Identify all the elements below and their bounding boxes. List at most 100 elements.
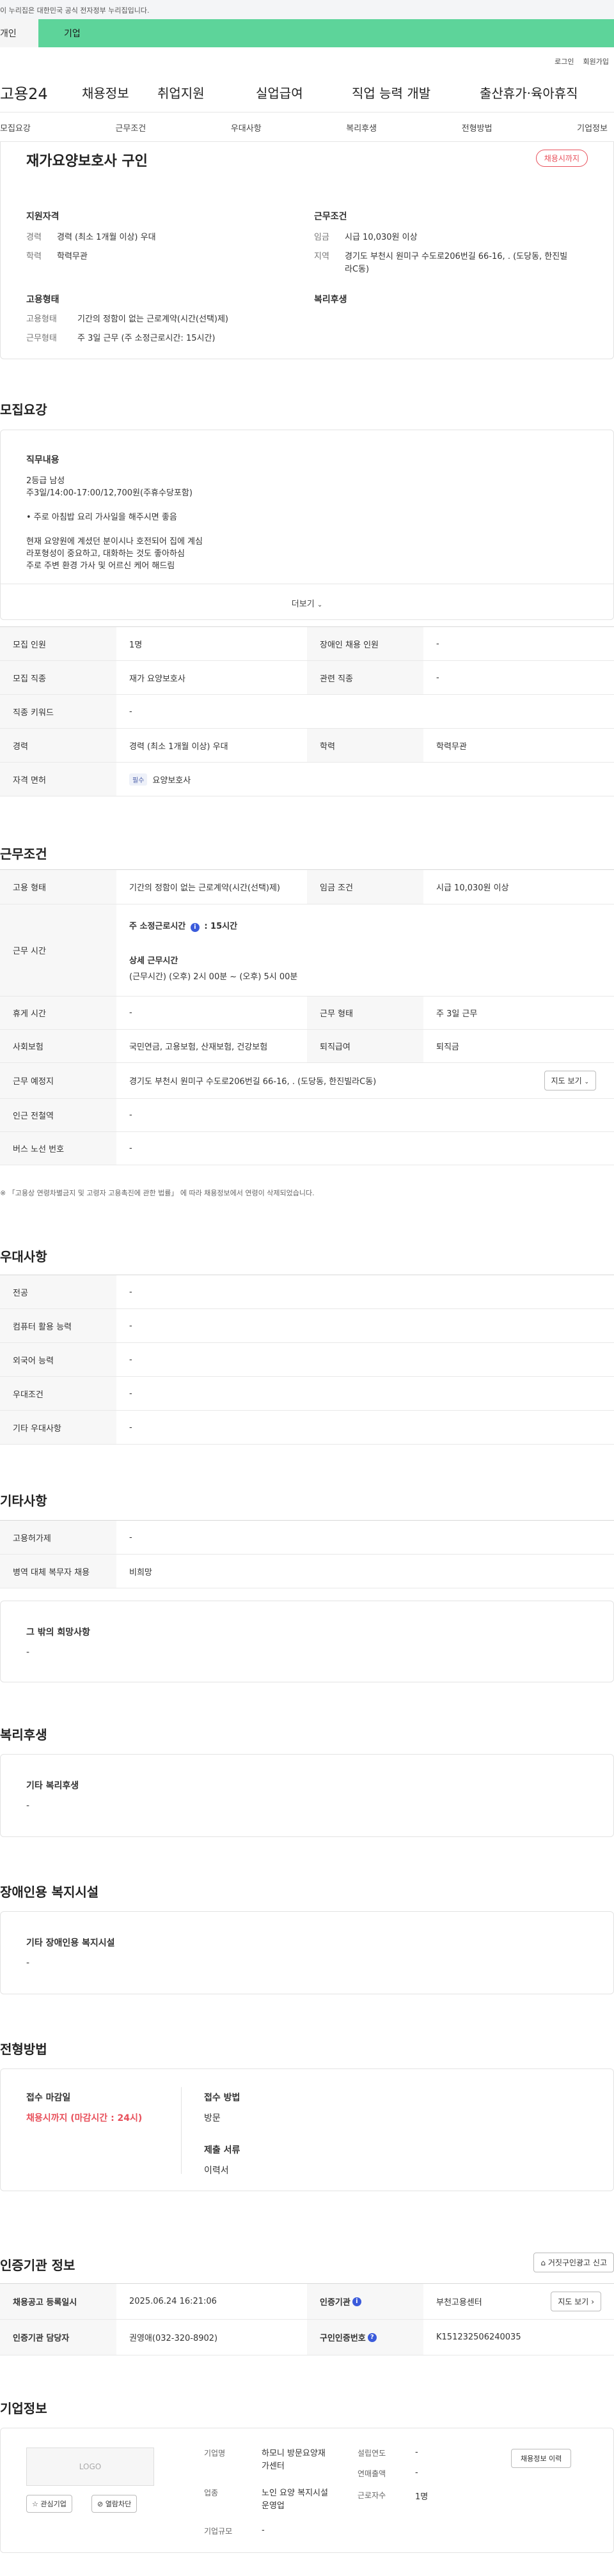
duty-line bbox=[26, 524, 203, 536]
table-header: 모집 인원 bbox=[0, 627, 116, 660]
table-header: 구인인증번호? bbox=[307, 2320, 423, 2355]
weekly-hours-label: 주 소정근로시간 bbox=[129, 921, 186, 931]
work-block: 근무조건 임금 시급 10,030원 이상 지역 경기도 부천시 원미구 수도로20… bbox=[314, 210, 583, 276]
table-cell: - bbox=[129, 1287, 132, 1297]
table-cell: - bbox=[436, 639, 439, 649]
table-header: 장애인 채용 인원 bbox=[307, 627, 423, 660]
anchor-work[interactable]: 근무조건 bbox=[115, 121, 146, 141]
signup-link[interactable]: 회원가입 bbox=[583, 56, 609, 73]
auth-table: 채용공고 등록일시 2025.06.24 16:21:06 인증기관 i 부천고용… bbox=[0, 2283, 614, 2355]
table-header: 고용 형태 bbox=[0, 870, 116, 904]
section-title-company: 기업정보 bbox=[0, 2401, 47, 2416]
qual-value: 경력 (최소 1개월 이상) 우대 bbox=[57, 233, 156, 242]
table-cell: 학력무관 bbox=[436, 741, 467, 752]
other-wishes-value: - bbox=[26, 1647, 30, 1657]
table-cell: 1명 bbox=[129, 640, 143, 650]
nav-unemployment-benefit[interactable]: 실업급여 bbox=[256, 83, 352, 102]
method-label: 접수 방법 bbox=[204, 2093, 240, 2103]
chevron-down-icon: ⌄ bbox=[584, 1079, 589, 1085]
founded-value: - bbox=[415, 2448, 418, 2457]
company-name-value: 하모니 방문요양재가센터 bbox=[262, 2449, 326, 2471]
table-header: 우대조건 bbox=[0, 1377, 116, 1410]
table-cell: - bbox=[129, 1354, 132, 1365]
more-button[interactable]: 더보기 ⌄ bbox=[1, 584, 613, 619]
company-name-label: 기업명 bbox=[204, 2449, 226, 2458]
section-title-welfare: 복리후생 bbox=[0, 1727, 47, 1742]
divider bbox=[181, 2087, 182, 2174]
nav-employment-support[interactable]: 취업지원 bbox=[157, 83, 256, 102]
table-cell: - bbox=[129, 1532, 132, 1542]
anchor-company[interactable]: 기업정보 bbox=[577, 121, 608, 141]
disabled-box-value: - bbox=[26, 1958, 30, 1968]
table-row: 직종 키워드 - bbox=[0, 695, 614, 729]
duty-card: 직무내용 2등급 남성 주3일/14:00-17:00/12,700원(주휴수당… bbox=[0, 430, 614, 620]
table-header: 외국어 능력 bbox=[0, 1343, 116, 1376]
home-icon: ⌂ bbox=[540, 2258, 546, 2267]
site-logo[interactable]: 고용24 bbox=[0, 81, 82, 104]
star-icon: ☆ bbox=[32, 2500, 38, 2508]
table-header: 휴게 시간 bbox=[0, 997, 116, 1029]
table-header: 병역 대체 복무자 채용 bbox=[0, 1555, 116, 1588]
table-header: 학력 bbox=[307, 729, 423, 762]
table-row: 모집 직종 재가 요양보호사 관련 직종 - bbox=[0, 661, 614, 695]
emp-heading: 고용형태 bbox=[26, 295, 59, 305]
nav-vocational-training[interactable]: 직업 능력 개발 bbox=[352, 83, 480, 102]
util-links: 로그인 회원가입 bbox=[0, 47, 614, 73]
required-chip: 필수 bbox=[129, 773, 148, 786]
company-size-value: - bbox=[262, 2526, 265, 2535]
duty-line: 현재 요양원에 계셨던 분이시나 호전되어 집에 계심 bbox=[26, 537, 203, 547]
recruit-table: 모집 인원 1명 장애인 채용 인원 - 모집 직종 재가 요양보호사 관련 직… bbox=[0, 626, 614, 796]
hiring-history-button[interactable]: 채용정보 이력 bbox=[511, 2449, 572, 2468]
sales-label: 연매출액 bbox=[358, 2469, 386, 2478]
nav-parental-leave[interactable]: 출산휴가·육아휴직 bbox=[480, 83, 614, 102]
info-icon[interactable]: i bbox=[352, 2297, 361, 2306]
duty-line: 2등급 남성 bbox=[26, 476, 65, 486]
anchor-pref[interactable]: 우대사항 bbox=[231, 121, 262, 141]
gov-banner: 이 누리집은 대한민국 공식 전자정부 누리집입니다. bbox=[0, 0, 614, 19]
section-title-etc: 기타사항 bbox=[0, 1493, 47, 1509]
table-row: 버스 노선 번호 - bbox=[0, 1132, 614, 1165]
info-icon[interactable]: ? bbox=[367, 2332, 377, 2342]
table-row: 휴게 시간 - 근무 형태 주 3일 근무 bbox=[0, 997, 614, 1030]
table-row: 인근 전철역 - bbox=[0, 1099, 614, 1132]
nav-jobs[interactable]: 채용정보 bbox=[82, 83, 157, 102]
table-header: 인증기관 담당자 bbox=[0, 2320, 116, 2355]
table-header: 근무 시간 bbox=[0, 904, 116, 996]
work-value: 시급 10,030원 이상 bbox=[345, 233, 418, 242]
qual-key: 학력 bbox=[26, 252, 42, 261]
emp-key: 근무형태 bbox=[26, 334, 57, 343]
table-header: 기타 우대사항 bbox=[0, 1411, 116, 1444]
disabled-facility-card: 기타 장애인용 복지시설 - bbox=[0, 1911, 614, 1994]
table-row: 경력 경력 (최소 1개월 이상) 우대 학력 학력무관 bbox=[0, 729, 614, 763]
work-table: 고용 형태 기간의 정함이 없는 근로계약(시간(선택)제) 임금 조건 시급 … bbox=[0, 869, 614, 1165]
table-cell: 주 3일 근무 bbox=[436, 1009, 478, 1019]
disabled-box-title: 기타 장애인용 복지시설 bbox=[26, 1938, 115, 1948]
main-nav: 고용24 채용정보 취업지원 실업급여 직업 능력 개발 출산휴가·육아휴직 bbox=[0, 73, 614, 113]
table-row: 인증기관 담당자 권영애(032-320-8902) 구인인증번호? K1512… bbox=[0, 2320, 614, 2355]
info-icon[interactable]: i bbox=[190, 922, 200, 932]
table-cell: - bbox=[129, 1144, 132, 1153]
org-map-button[interactable]: 지도 보기 › bbox=[551, 2292, 601, 2311]
table-row: 외국어 능력 - bbox=[0, 1343, 614, 1377]
table-cell: 경기도 부천시 원미구 수도로206번길 66-16, . (도당동, 한진빌라… bbox=[116, 1063, 614, 1098]
anchor-selection[interactable]: 전형방법 bbox=[462, 121, 492, 141]
table-header: 근무 예정지 bbox=[0, 1063, 116, 1098]
map-button[interactable]: 지도 보기 ⌄ bbox=[544, 1071, 596, 1090]
tab-corp[interactable]: 기업 bbox=[38, 19, 614, 47]
login-link[interactable]: 로그인 bbox=[555, 56, 574, 73]
table-row: 근무 예정지 경기도 부천시 원미구 수도로206번길 66-16, . (도당… bbox=[0, 1063, 614, 1099]
duty-line: • 주로 아침밥 요리 가사일을 해주시면 좋음 bbox=[26, 513, 177, 522]
anchor-recruit[interactable]: 모집요강 bbox=[0, 121, 31, 141]
other-wishes-title: 그 밖의 희망사항 bbox=[26, 1627, 90, 1638]
map-button-label: 지도 보기 bbox=[551, 1076, 582, 1085]
tab-person[interactable]: 개인 bbox=[0, 19, 38, 47]
duty-line: 주3일/14:00-17:00/12,700원(주휴수당포함) bbox=[26, 488, 193, 498]
anchor-welfare[interactable]: 복리후생 bbox=[346, 121, 377, 141]
block-view-button[interactable]: ⊘ 열람차단 bbox=[91, 2495, 138, 2513]
favorite-company-button[interactable]: ☆ 관심기업 bbox=[26, 2495, 72, 2513]
table-cell: 부천고용센터 지도 보기 › bbox=[423, 2284, 614, 2319]
report-false-ad-button[interactable]: ⌂ 거짓구인광고 신고 bbox=[533, 2253, 614, 2272]
table-header: 근무 형태 bbox=[307, 997, 423, 1029]
age-notice: ※ 「고용상 연령차별금지 및 고령자 고용촉진에 관한 법률」 에 따라 채용… bbox=[0, 1189, 315, 1197]
table-cell: - bbox=[129, 1110, 132, 1120]
